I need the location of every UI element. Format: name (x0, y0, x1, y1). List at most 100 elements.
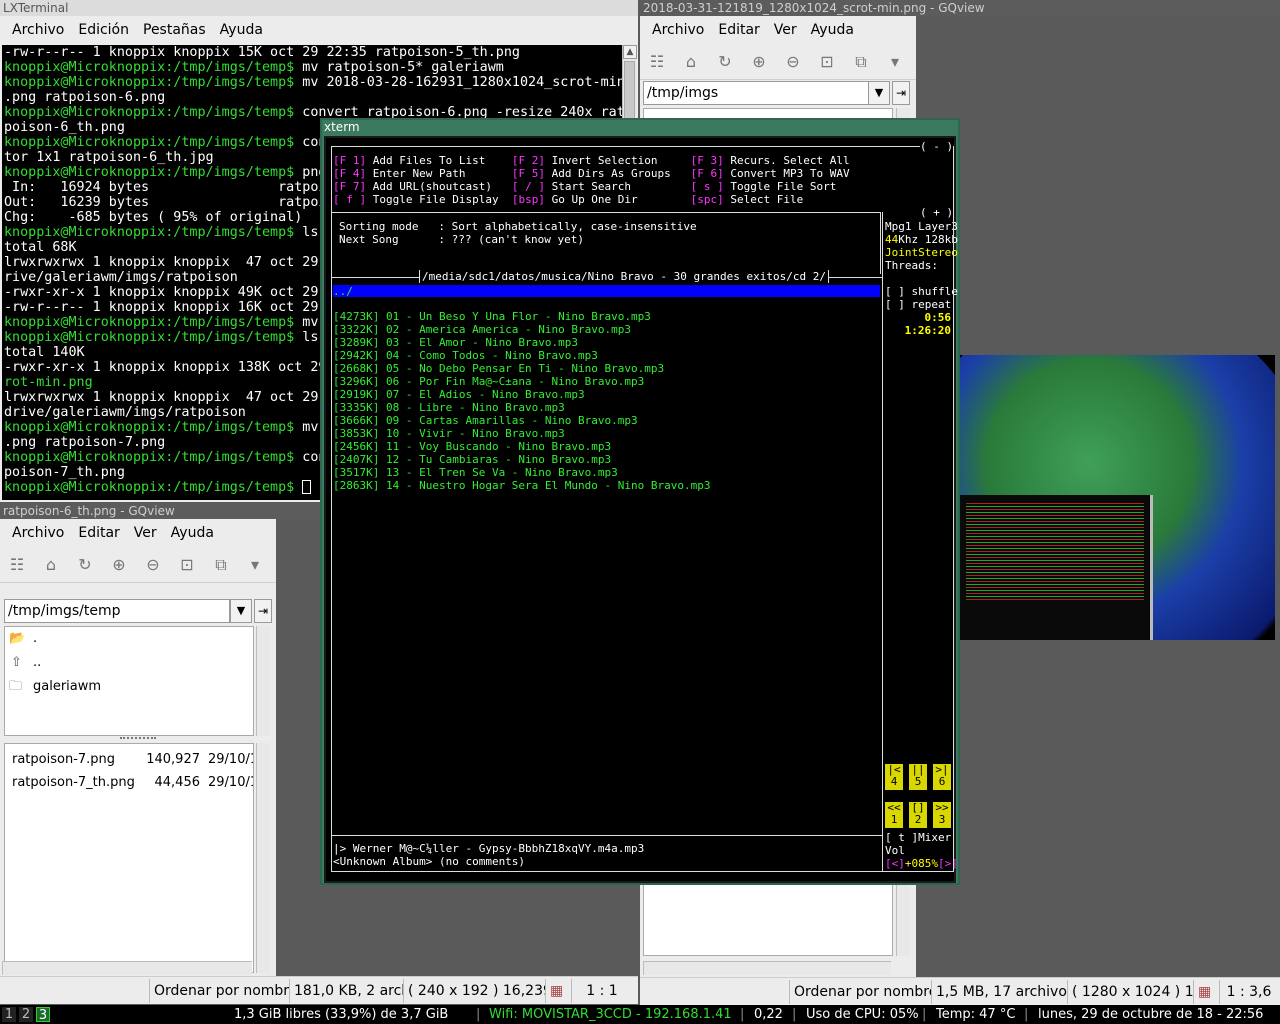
lxterminal-titlebar[interactable]: LXTerminal (0, 0, 638, 16)
refresh-icon[interactable]: ↻ (72, 552, 98, 578)
list-item[interactable]: [2863K] 14 - Nuestro Hogar Sera El Mundo… (333, 479, 711, 492)
playback-key[interactable]: |< 4 (885, 764, 903, 790)
playback-key[interactable]: || 5 (909, 764, 927, 790)
help-text: Recurs. Select All (723, 154, 850, 167)
path-input[interactable]: /tmp/imgs/temp (4, 599, 230, 623)
help-text: Convert MP3 To WAV (723, 167, 850, 180)
gqview-right-titlebar[interactable]: 2018-03-31-121819_1280x1024_scrot-min.pn… (640, 0, 1280, 16)
file-list[interactable]: ratpoison-7.png140,92729/10/18 ratpoison… (4, 743, 254, 973)
xterm-titlebar[interactable]: xterm (322, 120, 958, 136)
volume-control[interactable]: [<]+085%[>] (885, 857, 958, 870)
cursor (302, 480, 312, 494)
chevron-down-icon[interactable]: ▾ (882, 49, 908, 75)
playback-key[interactable]: << 1 (885, 802, 903, 828)
thumbnails-icon[interactable]: ☷ (644, 49, 670, 75)
list-item[interactable]: [2942K] 04 - Como Todos - Nino Bravo.mp3 (333, 349, 711, 362)
list-item[interactable]: [2668K] 05 - No Debo Pensar En Ti - Nino… (333, 362, 711, 375)
list-item[interactable]: ⇧.. (5, 651, 253, 675)
workspace-2[interactable]: 2 (19, 1007, 33, 1022)
pane-splitter[interactable] (120, 737, 156, 741)
list-item[interactable]: [3517K] 13 - El Tren Se Va - Nino Bravo.… (333, 466, 711, 479)
prompt: knoppix@Microknoppix:/tmp/imgs/temp$ (4, 135, 295, 150)
sort-button[interactable]: Ordenar por nombre (150, 978, 290, 1003)
menu-archivo[interactable]: Archivo (12, 525, 64, 541)
list-item[interactable]: [3296K] 06 - Por Fin Ma@~C±ana - Nino Br… (333, 375, 711, 388)
help-text: Select File (723, 193, 804, 206)
list-item[interactable]: [3335K] 08 - Libre - Nino Bravo.mp3 (333, 401, 711, 414)
path-go-icon[interactable]: ⇥ (254, 599, 272, 623)
list-item[interactable]: 📂. (5, 627, 253, 651)
zoom-actual-icon[interactable]: ⧉ (848, 49, 874, 75)
selected-row[interactable]: ../ (333, 285, 880, 298)
help-text: Toggle File Sort (723, 180, 837, 193)
zoom-in-icon[interactable]: ⊕ (106, 552, 132, 578)
workspace-3[interactable]: 3 (36, 1007, 50, 1023)
menu-ayuda[interactable]: Ayuda (220, 22, 263, 38)
line-text: ls (294, 330, 319, 345)
zoom-out-icon[interactable]: ⊖ (140, 552, 166, 578)
image-preview[interactable] (960, 355, 1275, 640)
help-key: [F 3] (690, 154, 724, 167)
menu-edicion[interactable]: Edición (78, 22, 129, 38)
list-item[interactable]: [2456K] 11 - Voy Buscando - Nino Bravo.m… (333, 440, 711, 453)
list-item[interactable]: [2919K] 07 - El Adios - Nino Bravo.mp3 (333, 388, 711, 401)
menu-editar[interactable]: Editar (78, 525, 119, 541)
horizontal-scrollbar[interactable] (643, 961, 891, 975)
home-icon[interactable]: ⌂ (38, 552, 64, 578)
playback-key[interactable]: >> 3 (933, 802, 951, 828)
next-song: Next Song : ??? (can't know yet) (339, 233, 585, 246)
menu-ver[interactable]: Ver (774, 22, 797, 38)
status-spacer (0, 978, 150, 1003)
list-item[interactable]: [3853K] 10 - Vivir - Nino Bravo.mp3 (333, 427, 711, 440)
thumbnails-icon[interactable]: ☷ (4, 552, 30, 578)
table-row[interactable]: ratpoison-7_th.png44,45629/10/18 (5, 771, 253, 794)
playback-key[interactable]: [] 2 (909, 802, 927, 828)
chevron-down-icon[interactable]: ▾ (242, 552, 268, 578)
path-input[interactable]: /tmp/imgs (643, 81, 869, 105)
zoom-fit-icon[interactable]: ⊡ (174, 552, 200, 578)
path-go-icon[interactable]: ⇥ (892, 81, 910, 105)
gqview-right-menubar: Archivo Editar Ver Ayuda (640, 16, 916, 44)
menu-editar[interactable]: Editar (718, 22, 759, 38)
mixer-label[interactable]: [ t ]Mixer (885, 831, 951, 844)
menu-ayuda[interactable]: Ayuda (811, 22, 854, 38)
image-icon: ▦ (1194, 979, 1220, 1004)
help-key: [ f ] (333, 193, 367, 206)
workspace-1[interactable]: 1 (2, 1007, 16, 1022)
menu-ayuda[interactable]: Ayuda (171, 525, 214, 541)
list-item[interactable]: [3666K] 09 - Cartas Amarillas - Nino Bra… (333, 414, 711, 427)
menu-pestanas[interactable]: Pestañas (143, 22, 206, 38)
list-item[interactable]: [3322K] 02 - America America - Nino Brav… (333, 323, 711, 336)
screenshot-thumbnail (960, 495, 1153, 640)
menu-archivo[interactable]: Archivo (12, 22, 64, 38)
file-scrollbar[interactable] (256, 743, 270, 973)
scroll-up-icon[interactable]: ▲ (623, 45, 637, 59)
menu-archivo[interactable]: Archivo (652, 22, 704, 38)
dir-scrollbar[interactable] (256, 626, 270, 736)
sort-button[interactable]: Ordenar por nombre (790, 979, 932, 1004)
table-row[interactable]: ratpoison-7.png140,92729/10/18 (5, 748, 253, 771)
list-item[interactable]: [4273K] 01 - Un Beso Y Una Flor - Nino B… (333, 310, 711, 323)
list-item[interactable]: [2407K] 12 - Tu Cambiaras - Nino Bravo.m… (333, 453, 711, 466)
xterm-screen[interactable]: ( - ) [F 1] Add Files To List [F 2] Inve… (324, 136, 958, 883)
track-list[interactable]: [4273K] 01 - Un Beso Y Una Flor - Nino B… (333, 310, 711, 492)
album-info: <Unknown Album> (no comments) (333, 855, 526, 868)
path-dropdown-icon[interactable]: ▼ (868, 81, 890, 105)
dir-list[interactable]: 📂. ⇧.. 🗀 galeriawm (4, 626, 254, 736)
status-zoom: 1 : 3,6 (1226, 983, 1272, 1000)
playback-key[interactable]: >| 6 (933, 764, 951, 790)
repeat-toggle[interactable]: [ ] repeat (885, 298, 951, 311)
zoom-in-icon[interactable]: ⊕ (746, 49, 772, 75)
refresh-icon[interactable]: ↻ (712, 49, 738, 75)
path-dropdown-icon[interactable]: ▼ (230, 599, 252, 623)
shuffle-toggle[interactable]: [ ] shuffle (885, 285, 958, 298)
zoom-fit-icon[interactable]: ⊡ (814, 49, 840, 75)
zoom-out-icon[interactable]: ⊖ (780, 49, 806, 75)
zoom-actual-icon[interactable]: ⧉ (208, 552, 234, 578)
home-icon[interactable]: ⌂ (678, 49, 704, 75)
horizontal-scrollbar[interactable] (2, 961, 252, 975)
list-item[interactable]: 🗀 galeriawm (5, 675, 253, 699)
list-item[interactable]: [3289K] 03 - El Amor - Nino Bravo.mp3 (333, 336, 711, 349)
menu-ver[interactable]: Ver (134, 525, 157, 541)
help-key: [F 5] (511, 167, 545, 180)
